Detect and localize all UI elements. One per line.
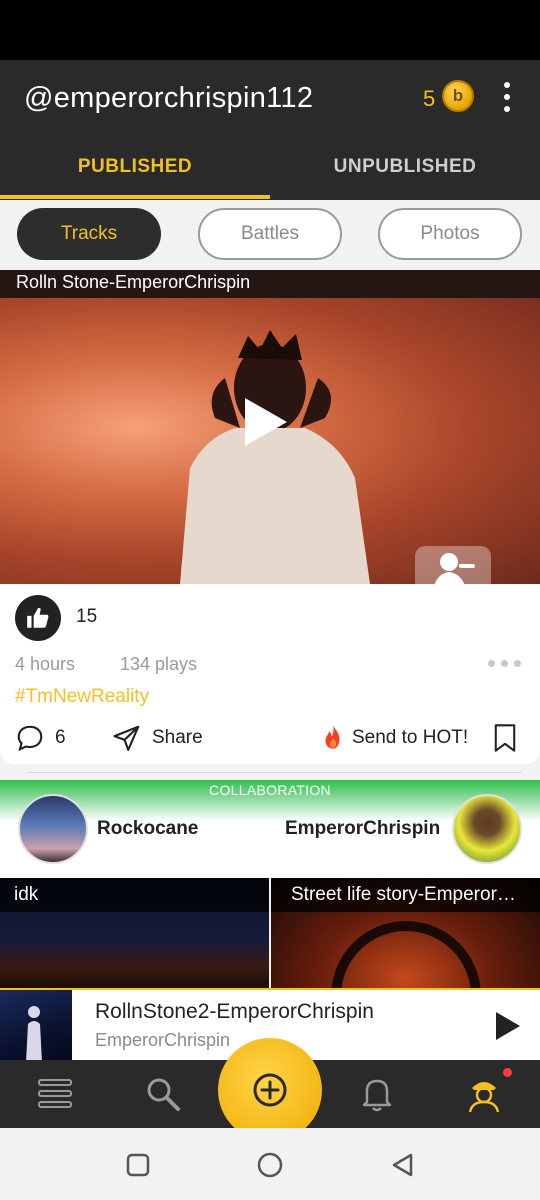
filter-tracks-button[interactable]: Tracks	[17, 208, 161, 260]
filter-photos-button[interactable]: Photos	[378, 208, 522, 260]
share-button[interactable]: Share	[112, 720, 203, 756]
track-title[interactable]: Rolln Stone-EmperorChrispin	[16, 272, 250, 293]
track-title-bar: Rolln Stone-EmperorChrispin	[0, 270, 540, 298]
comment-icon	[17, 725, 43, 752]
play-count: 134 plays	[120, 654, 198, 674]
track-cover-image[interactable]	[0, 298, 540, 584]
mini-player-title: RollnStone2-EmperorChrispin	[95, 1000, 374, 1023]
comment-count: 6	[55, 727, 66, 748]
share-label: Share	[152, 727, 203, 748]
divider	[28, 772, 522, 773]
track-card: Rolln Stone-EmperorChrispin 15 4 hours 1…	[0, 270, 540, 764]
more-options-icon[interactable]	[498, 82, 516, 112]
track-more-icon[interactable]	[488, 660, 521, 667]
status-bar	[0, 0, 540, 60]
avatar-rockocane[interactable]	[18, 794, 88, 864]
collaboration-header: COLLABORATION	[209, 782, 331, 798]
record-icon	[331, 921, 481, 990]
mini-player-thumbnail	[0, 990, 72, 1062]
collab-user-left[interactable]: Rockocane	[97, 818, 198, 840]
send-icon	[113, 725, 140, 751]
like-count: 15	[76, 606, 98, 627]
back-icon[interactable]	[388, 1150, 418, 1180]
username-title: @emperorchrispin112	[24, 82, 314, 114]
search-icon[interactable]	[141, 1072, 185, 1116]
coin-icon[interactable]: b	[442, 80, 474, 112]
send-to-hot-button[interactable]: Send to HOT!	[320, 720, 468, 756]
app-header: @emperorchrispin112 5 b PUBLISHED UNPUBL…	[0, 60, 540, 200]
coin-count[interactable]: 5	[423, 86, 435, 112]
track-actions: 6 Share Send to HOT!	[0, 720, 540, 756]
filter-battles-button[interactable]: Battles	[198, 208, 342, 260]
bottom-nav	[0, 1038, 540, 1142]
bell-icon[interactable]	[355, 1072, 399, 1116]
grid-track-item[interactable]: Street life story-EmperorChrispin	[271, 878, 540, 990]
recent-apps-icon[interactable]	[123, 1150, 153, 1180]
tab-active-indicator	[0, 195, 270, 199]
grid-track-title: idk	[0, 878, 269, 912]
grid-track-item[interactable]: idk	[0, 878, 269, 990]
notification-badge	[503, 1068, 512, 1077]
system-nav-bar	[0, 1128, 540, 1200]
track-grid: idk Street life story-EmperorChrispin	[0, 878, 540, 990]
hashtag-link[interactable]: #TmNewReality	[15, 686, 149, 708]
avatar-emperorchrispin[interactable]	[452, 794, 522, 864]
bookmark-button[interactable]	[493, 720, 517, 756]
add-button[interactable]	[218, 1038, 322, 1142]
coin-symbol: b	[452, 86, 464, 105]
content-area: Tracks Battles Photos Rolln Stone-Empero…	[0, 200, 540, 990]
singer-icon	[415, 546, 491, 584]
collaboration-card[interactable]: COLLABORATION Rockocane EmperorChrispin	[0, 780, 540, 878]
profile-icon[interactable]	[462, 1072, 506, 1116]
like-button[interactable]	[15, 595, 61, 641]
bookmark-icon	[494, 724, 516, 752]
add-circle-icon	[253, 1073, 287, 1107]
play-icon[interactable]	[245, 398, 287, 446]
send-to-hot-label: Send to HOT!	[352, 727, 469, 748]
menu-icon[interactable]	[33, 1072, 77, 1116]
tab-published[interactable]: PUBLISHED	[0, 156, 270, 178]
mini-player-artist: EmperorChrispin	[95, 1030, 231, 1050]
collab-user-right[interactable]: EmperorChrispin	[285, 818, 440, 840]
tab-unpublished[interactable]: UNPUBLISHED	[270, 156, 540, 178]
post-time: 4 hours	[15, 654, 76, 674]
mini-player-play-icon[interactable]	[496, 1012, 520, 1040]
fire-icon	[325, 724, 340, 749]
comment-button[interactable]: 6	[15, 720, 66, 756]
thumbs-up-icon	[27, 607, 49, 628]
home-icon[interactable]	[255, 1150, 285, 1180]
